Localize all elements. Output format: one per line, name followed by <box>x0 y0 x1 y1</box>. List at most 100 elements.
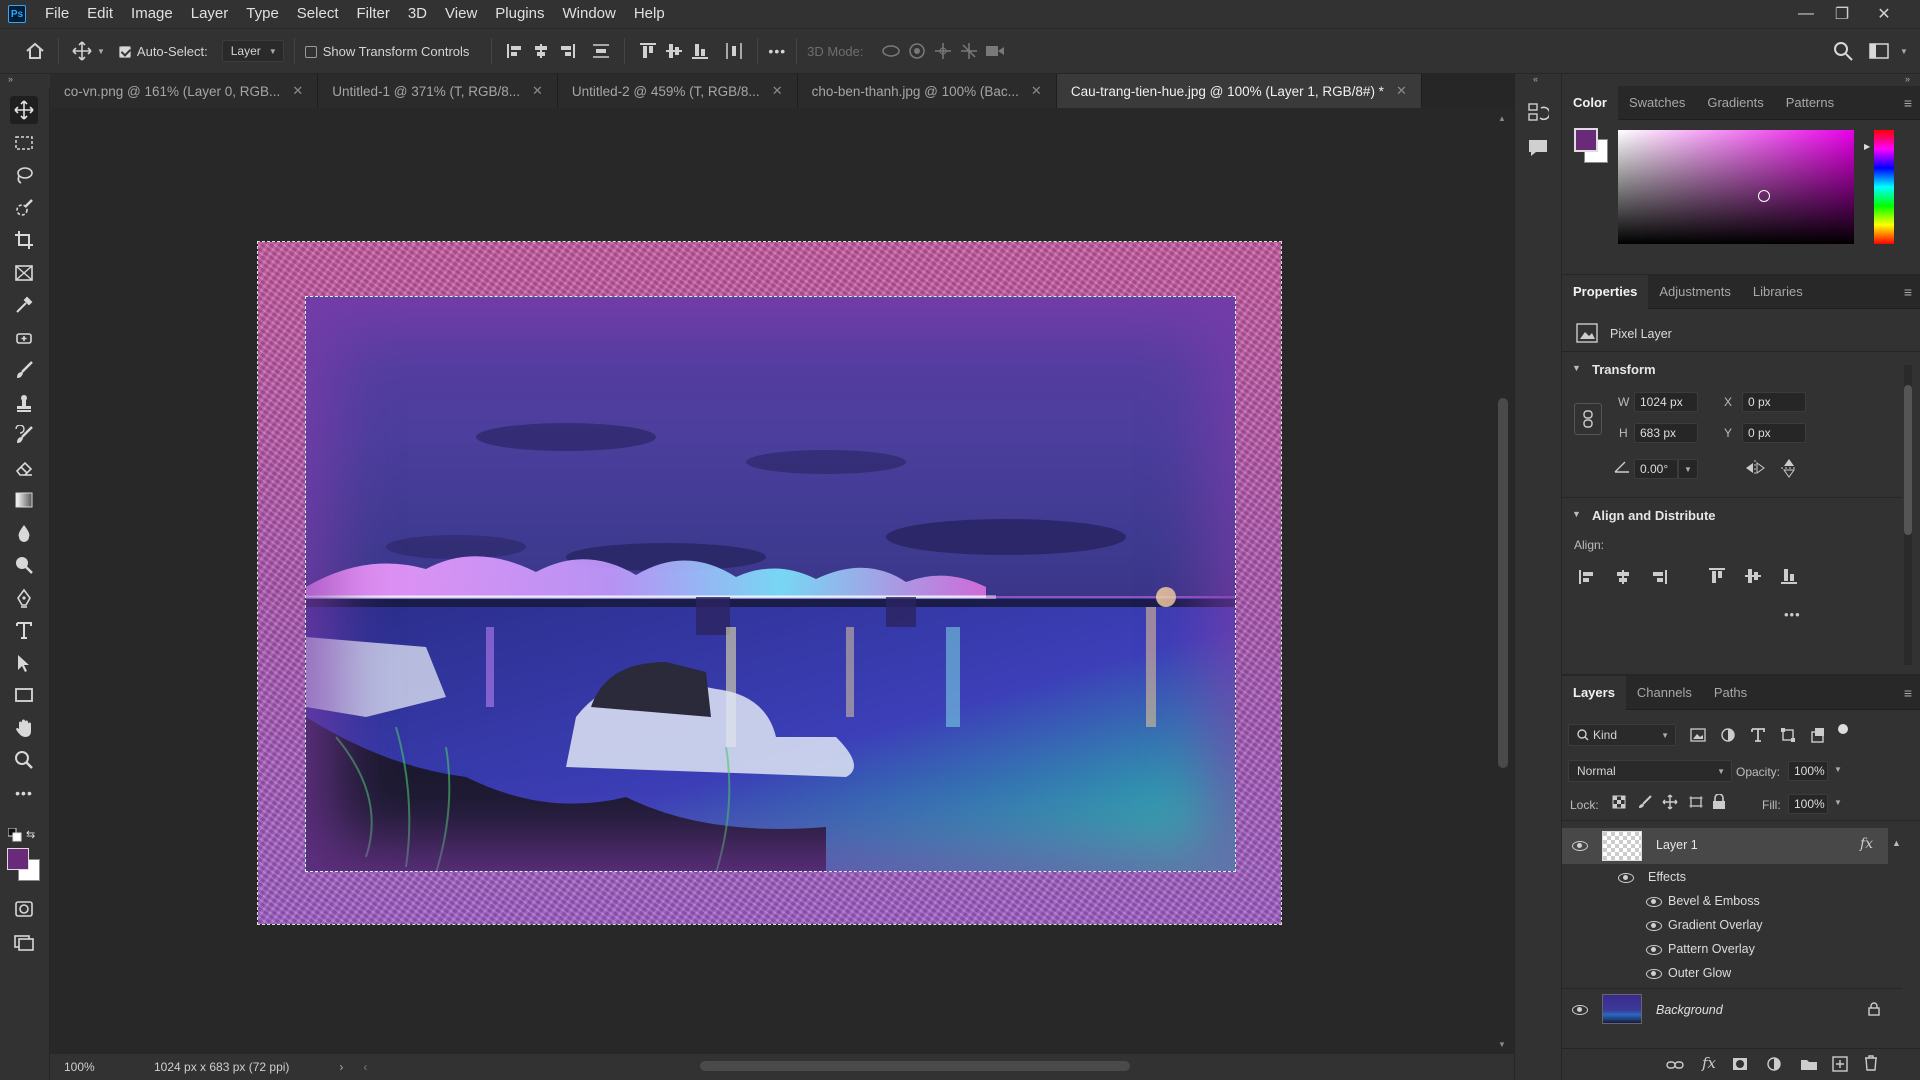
close-window-icon[interactable]: ✕ <box>1866 0 1902 28</box>
more-align-options-icon[interactable]: ••• <box>1784 607 1801 622</box>
screen-mode-icon[interactable] <box>10 928 38 956</box>
add-mask-icon[interactable] <box>1732 1057 1748 1074</box>
type-tool-icon[interactable] <box>10 616 38 644</box>
tab-libraries[interactable]: Libraries <box>1742 275 1814 309</box>
quick-mask-icon[interactable] <box>10 895 38 923</box>
align-horizontal-centers-icon[interactable] <box>528 38 554 64</box>
tab-cau-trang-tien-hue[interactable]: Cau-trang-tien-hue.jpg @ 100% (Layer 1, … <box>1056 74 1422 108</box>
eyedropper-icon[interactable] <box>10 291 38 319</box>
color-field[interactable] <box>1618 130 1854 244</box>
move-tool-icon[interactable] <box>10 96 38 124</box>
align-bottom-edges-icon[interactable] <box>687 38 713 64</box>
dodge-icon[interactable] <box>10 551 38 579</box>
effect-row-pattern-overlay[interactable]: Pattern Overlay <box>1562 938 1888 962</box>
effect-visibility-eye-icon[interactable] <box>1646 969 1662 979</box>
eraser-icon[interactable] <box>10 454 38 482</box>
visibility-eye-icon[interactable] <box>1572 1005 1588 1015</box>
visibility-eye-icon[interactable] <box>1572 841 1588 851</box>
rectangle-tool-icon[interactable] <box>10 681 38 709</box>
angle-dropdown-icon[interactable]: ▼ <box>1678 459 1698 479</box>
y-position-field[interactable]: 0 px <box>1742 423 1806 443</box>
menu-window[interactable]: Window <box>553 0 624 28</box>
align-vertical-centers-icon[interactable] <box>661 38 687 64</box>
home-icon[interactable] <box>22 38 48 64</box>
link-layers-icon[interactable] <box>1666 1059 1684 1074</box>
blend-mode-dropdown[interactable]: Normal ▼ <box>1568 760 1732 782</box>
fill-field[interactable]: 100% <box>1788 794 1828 814</box>
menu-file[interactable]: File <box>36 0 78 28</box>
document-canvas[interactable] <box>257 241 1282 925</box>
width-field[interactable]: 1024 px <box>1634 392 1698 412</box>
restore-icon[interactable]: ❐ <box>1824 0 1860 28</box>
zoom-level[interactable]: 100% <box>64 1060 134 1074</box>
layer-row-layer-1[interactable]: Layer 1 fx <box>1562 828 1888 864</box>
panel-menu-icon[interactable]: ≡ <box>1904 95 1912 111</box>
menu-view[interactable]: View <box>436 0 486 28</box>
more-options-icon[interactable]: ••• <box>768 43 786 59</box>
comments-icon[interactable] <box>1527 138 1549 161</box>
align-bottom-icon[interactable] <box>1780 567 1798 588</box>
panel-menu-icon[interactable]: ≡ <box>1904 685 1912 701</box>
pen-icon[interactable] <box>10 584 38 612</box>
close-icon[interactable]: ✕ <box>292 83 303 99</box>
opacity-dropdown-icon[interactable]: ▼ <box>1834 765 1842 774</box>
collapse-panels-icon[interactable]: » <box>1905 74 1910 84</box>
history-icon[interactable] <box>1527 102 1551 127</box>
layer-effects-fx-icon[interactable]: fx <box>1860 836 1873 852</box>
hue-slider[interactable] <box>1874 130 1894 244</box>
collapse-effects-icon[interactable]: ▲ <box>1892 838 1901 848</box>
menu-filter[interactable]: Filter <box>348 0 399 28</box>
align-right-edges-icon[interactable] <box>554 38 580 64</box>
align-top-edges-icon[interactable] <box>635 38 661 64</box>
menu-help[interactable]: Help <box>625 0 674 28</box>
history-brush-icon[interactable] <box>10 421 38 449</box>
menu-image[interactable]: Image <box>122 0 182 28</box>
panel-menu-icon[interactable]: ≡ <box>1904 284 1912 300</box>
scroll-down-icon[interactable]: ▼ <box>1498 1040 1506 1049</box>
filter-toggle-icon[interactable] <box>1838 724 1848 734</box>
filter-adjustment-icon[interactable] <box>1720 727 1736 746</box>
tab-untitled-1[interactable]: Untitled-1 @ 371% (T, RGB/8... ✕ <box>318 74 558 108</box>
default-colors-icon[interactable] <box>7 827 22 842</box>
opacity-field[interactable]: 100% <box>1788 761 1828 781</box>
menu-3d[interactable]: 3D <box>399 0 436 28</box>
effect-visibility-eye-icon[interactable] <box>1646 897 1662 907</box>
color-picker-handle[interactable] <box>1758 190 1770 202</box>
blur-icon[interactable] <box>10 519 38 547</box>
new-group-icon[interactable] <box>1800 1057 1818 1074</box>
minimize-icon[interactable]: — <box>1788 0 1824 28</box>
lock-pixels-icon[interactable] <box>1638 795 1652 812</box>
add-layer-style-icon[interactable]: fx <box>1702 1054 1716 1072</box>
distribute-vertical-icon[interactable] <box>588 38 614 64</box>
lock-all-icon[interactable] <box>1712 793 1726 813</box>
align-middle-icon[interactable] <box>1744 567 1762 588</box>
tab-color[interactable]: Color <box>1562 85 1618 120</box>
tab-layers[interactable]: Layers <box>1562 675 1626 710</box>
tab-channels[interactable]: Channels <box>1626 676 1703 710</box>
edit-toolbar-icon[interactable]: ••• <box>10 779 38 807</box>
rotation-angle-field[interactable]: 0.00° <box>1634 459 1678 479</box>
chevron-down-icon[interactable]: ▼ <box>97 47 105 56</box>
new-adjustment-layer-icon[interactable] <box>1766 1056 1782 1075</box>
foreground-color-swatch[interactable] <box>7 848 29 870</box>
filter-type-icon[interactable] <box>1750 727 1766 746</box>
menu-plugins[interactable]: Plugins <box>486 0 553 28</box>
height-field[interactable]: 683 px <box>1634 423 1698 443</box>
tab-swatches[interactable]: Swatches <box>1618 86 1696 120</box>
effects-visibility-eye-icon[interactable] <box>1618 873 1634 883</box>
move-tool-icon[interactable] <box>69 38 95 64</box>
healing-brush-icon[interactable] <box>10 324 38 352</box>
workspace-chevron-icon[interactable]: ▼ <box>1900 47 1908 56</box>
toolbar-collapse-handle[interactable]: » <box>0 74 50 88</box>
close-icon[interactable]: ✕ <box>1396 83 1407 99</box>
clone-stamp-icon[interactable] <box>10 389 38 417</box>
align-top-icon[interactable] <box>1708 567 1726 588</box>
auto-select-checkbox[interactable] <box>118 46 131 58</box>
menu-edit[interactable]: Edit <box>78 0 122 28</box>
chevron-down-icon[interactable]: ▼ <box>1572 509 1581 519</box>
lock-artboard-icon[interactable] <box>1688 795 1704 812</box>
link-dimensions-icon[interactable] <box>1574 403 1602 435</box>
close-icon[interactable]: ✕ <box>1031 83 1042 99</box>
close-icon[interactable]: ✕ <box>772 83 783 99</box>
horizontal-scrollbar-thumb[interactable] <box>700 1061 1130 1071</box>
